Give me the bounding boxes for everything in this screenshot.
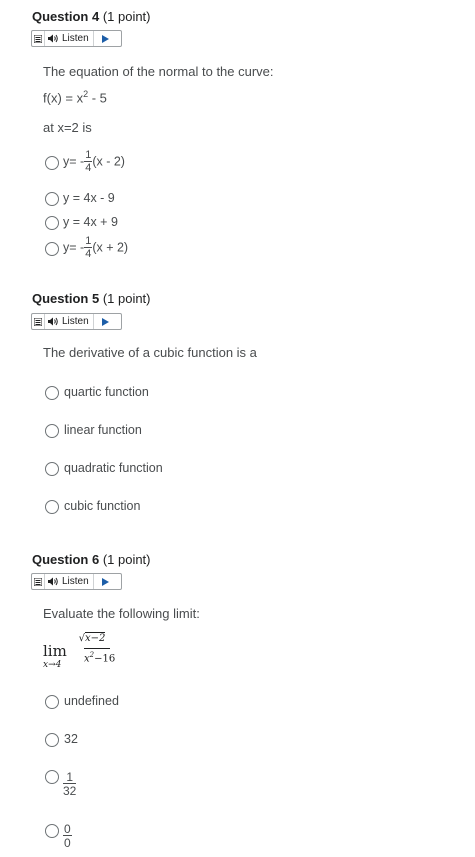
q6-option-a-radio[interactable] bbox=[45, 695, 59, 709]
question-5-heading: Question 5 (1 point) bbox=[32, 291, 151, 306]
limit-numerator-expr: x−2 bbox=[84, 632, 106, 644]
play-icon bbox=[102, 317, 110, 326]
q6-option-b-label[interactable]: 32 bbox=[64, 732, 78, 746]
listen-menu-icon[interactable] bbox=[32, 31, 45, 46]
listen-menu-icon[interactable] bbox=[32, 574, 45, 589]
play-icon bbox=[102, 34, 110, 43]
q6-option-d-radio[interactable] bbox=[45, 824, 59, 838]
q4-option-c-radio[interactable] bbox=[45, 216, 59, 230]
q6-option-a-label[interactable]: undefined bbox=[64, 694, 119, 708]
question-5-title: Question 5 bbox=[32, 291, 100, 306]
listen-widget-q5: Listen bbox=[31, 313, 122, 330]
question-6-heading: Question 6 (1 point) bbox=[32, 552, 151, 567]
q4-option-a-label[interactable]: y= -1 4 (x - 2) bbox=[63, 150, 125, 174]
q4-option-a-suffix: (x - 2) bbox=[92, 154, 125, 169]
q6-option-b-radio[interactable] bbox=[45, 733, 59, 747]
q4-option-d-suffix: (x + 2) bbox=[92, 240, 129, 255]
listen-label: Listen bbox=[62, 33, 89, 44]
question-5-stem: The derivative of a cubic function is a bbox=[43, 345, 257, 360]
listen-button[interactable]: Listen bbox=[45, 31, 94, 46]
q6-option-d-fraction: 00 bbox=[63, 823, 72, 849]
q4-option-d-label[interactable]: y= -1 4 (x + 2) bbox=[63, 236, 128, 260]
speaker-icon bbox=[48, 34, 58, 43]
listen-button[interactable]: Listen bbox=[45, 314, 94, 329]
question-4-points: (1 point) bbox=[102, 9, 151, 24]
listen-button[interactable]: Listen bbox=[45, 574, 94, 589]
limit-den-rest: −16 bbox=[94, 653, 116, 665]
q4-option-d-radio[interactable] bbox=[45, 242, 59, 256]
q5-option-b-label[interactable]: linear function bbox=[64, 423, 142, 437]
question-6-stem: Evaluate the following limit: bbox=[43, 606, 200, 621]
question-6-title: Question 6 bbox=[32, 552, 100, 567]
question-6-points: (1 point) bbox=[102, 552, 151, 567]
q5-option-a-label[interactable]: quartic function bbox=[64, 385, 149, 399]
q4-option-a-prefix: y= - bbox=[63, 154, 85, 169]
fx-right: - 5 bbox=[88, 90, 107, 106]
q4-option-d-prefix: y= - bbox=[63, 240, 85, 255]
q4-option-b-radio[interactable] bbox=[45, 192, 59, 206]
limit-numerator: √x−2 bbox=[72, 632, 112, 644]
q4-option-c-label[interactable]: y = 4x + 9 bbox=[63, 215, 118, 229]
q5-option-d-label[interactable]: cubic function bbox=[64, 499, 140, 513]
listen-label: Listen bbox=[62, 576, 89, 587]
q6-option-d-num: 0 bbox=[63, 822, 72, 836]
speaker-icon bbox=[48, 317, 58, 326]
q5-option-c-label[interactable]: quadratic function bbox=[64, 461, 163, 475]
fx-left: f(x) = x bbox=[43, 90, 84, 106]
question-5-points: (1 point) bbox=[102, 291, 151, 306]
limit-word: lim bbox=[43, 642, 67, 660]
q6-option-c-num: 1 bbox=[63, 771, 77, 784]
listen-widget-q4: Listen bbox=[31, 30, 122, 47]
question-4-heading: Question 4 (1 point) bbox=[32, 9, 151, 24]
listen-menu-icon[interactable] bbox=[32, 314, 45, 329]
q4-option-a-radio[interactable] bbox=[45, 156, 59, 170]
listen-widget-q6: Listen bbox=[31, 573, 122, 590]
q5-option-b-radio[interactable] bbox=[45, 424, 59, 438]
q6-option-c-fraction: 1 32 bbox=[63, 771, 77, 798]
q5-option-c-radio[interactable] bbox=[45, 462, 59, 476]
question-4-stem-line1: The equation of the normal to the curve: bbox=[43, 64, 274, 79]
q6-option-c-den: 32 bbox=[63, 784, 77, 798]
play-button[interactable] bbox=[94, 31, 118, 46]
q6-option-d-label[interactable]: 00 bbox=[63, 823, 72, 849]
question-4-stem-line3: at x=2 is bbox=[43, 120, 92, 135]
speaker-icon bbox=[48, 577, 58, 586]
question-4-stem-fx: f(x) = x2 - 5 bbox=[43, 89, 107, 105]
limit-denominator: x2−16 bbox=[84, 651, 115, 664]
q6-option-c-label[interactable]: 1 32 bbox=[63, 771, 77, 798]
q6-option-c-radio[interactable] bbox=[45, 770, 59, 784]
limit-subscript: x→4 bbox=[43, 660, 62, 670]
play-button[interactable] bbox=[94, 314, 118, 329]
play-icon bbox=[102, 577, 110, 586]
listen-label: Listen bbox=[62, 316, 89, 327]
play-button[interactable] bbox=[94, 574, 118, 589]
q6-option-d-den: 0 bbox=[64, 836, 71, 850]
q5-option-d-radio[interactable] bbox=[45, 500, 59, 514]
limit-fraction-bar bbox=[84, 648, 110, 649]
q4-option-b-label[interactable]: y = 4x - 9 bbox=[63, 191, 115, 205]
q5-option-a-radio[interactable] bbox=[45, 386, 59, 400]
question-4-title: Question 4 bbox=[32, 9, 100, 24]
